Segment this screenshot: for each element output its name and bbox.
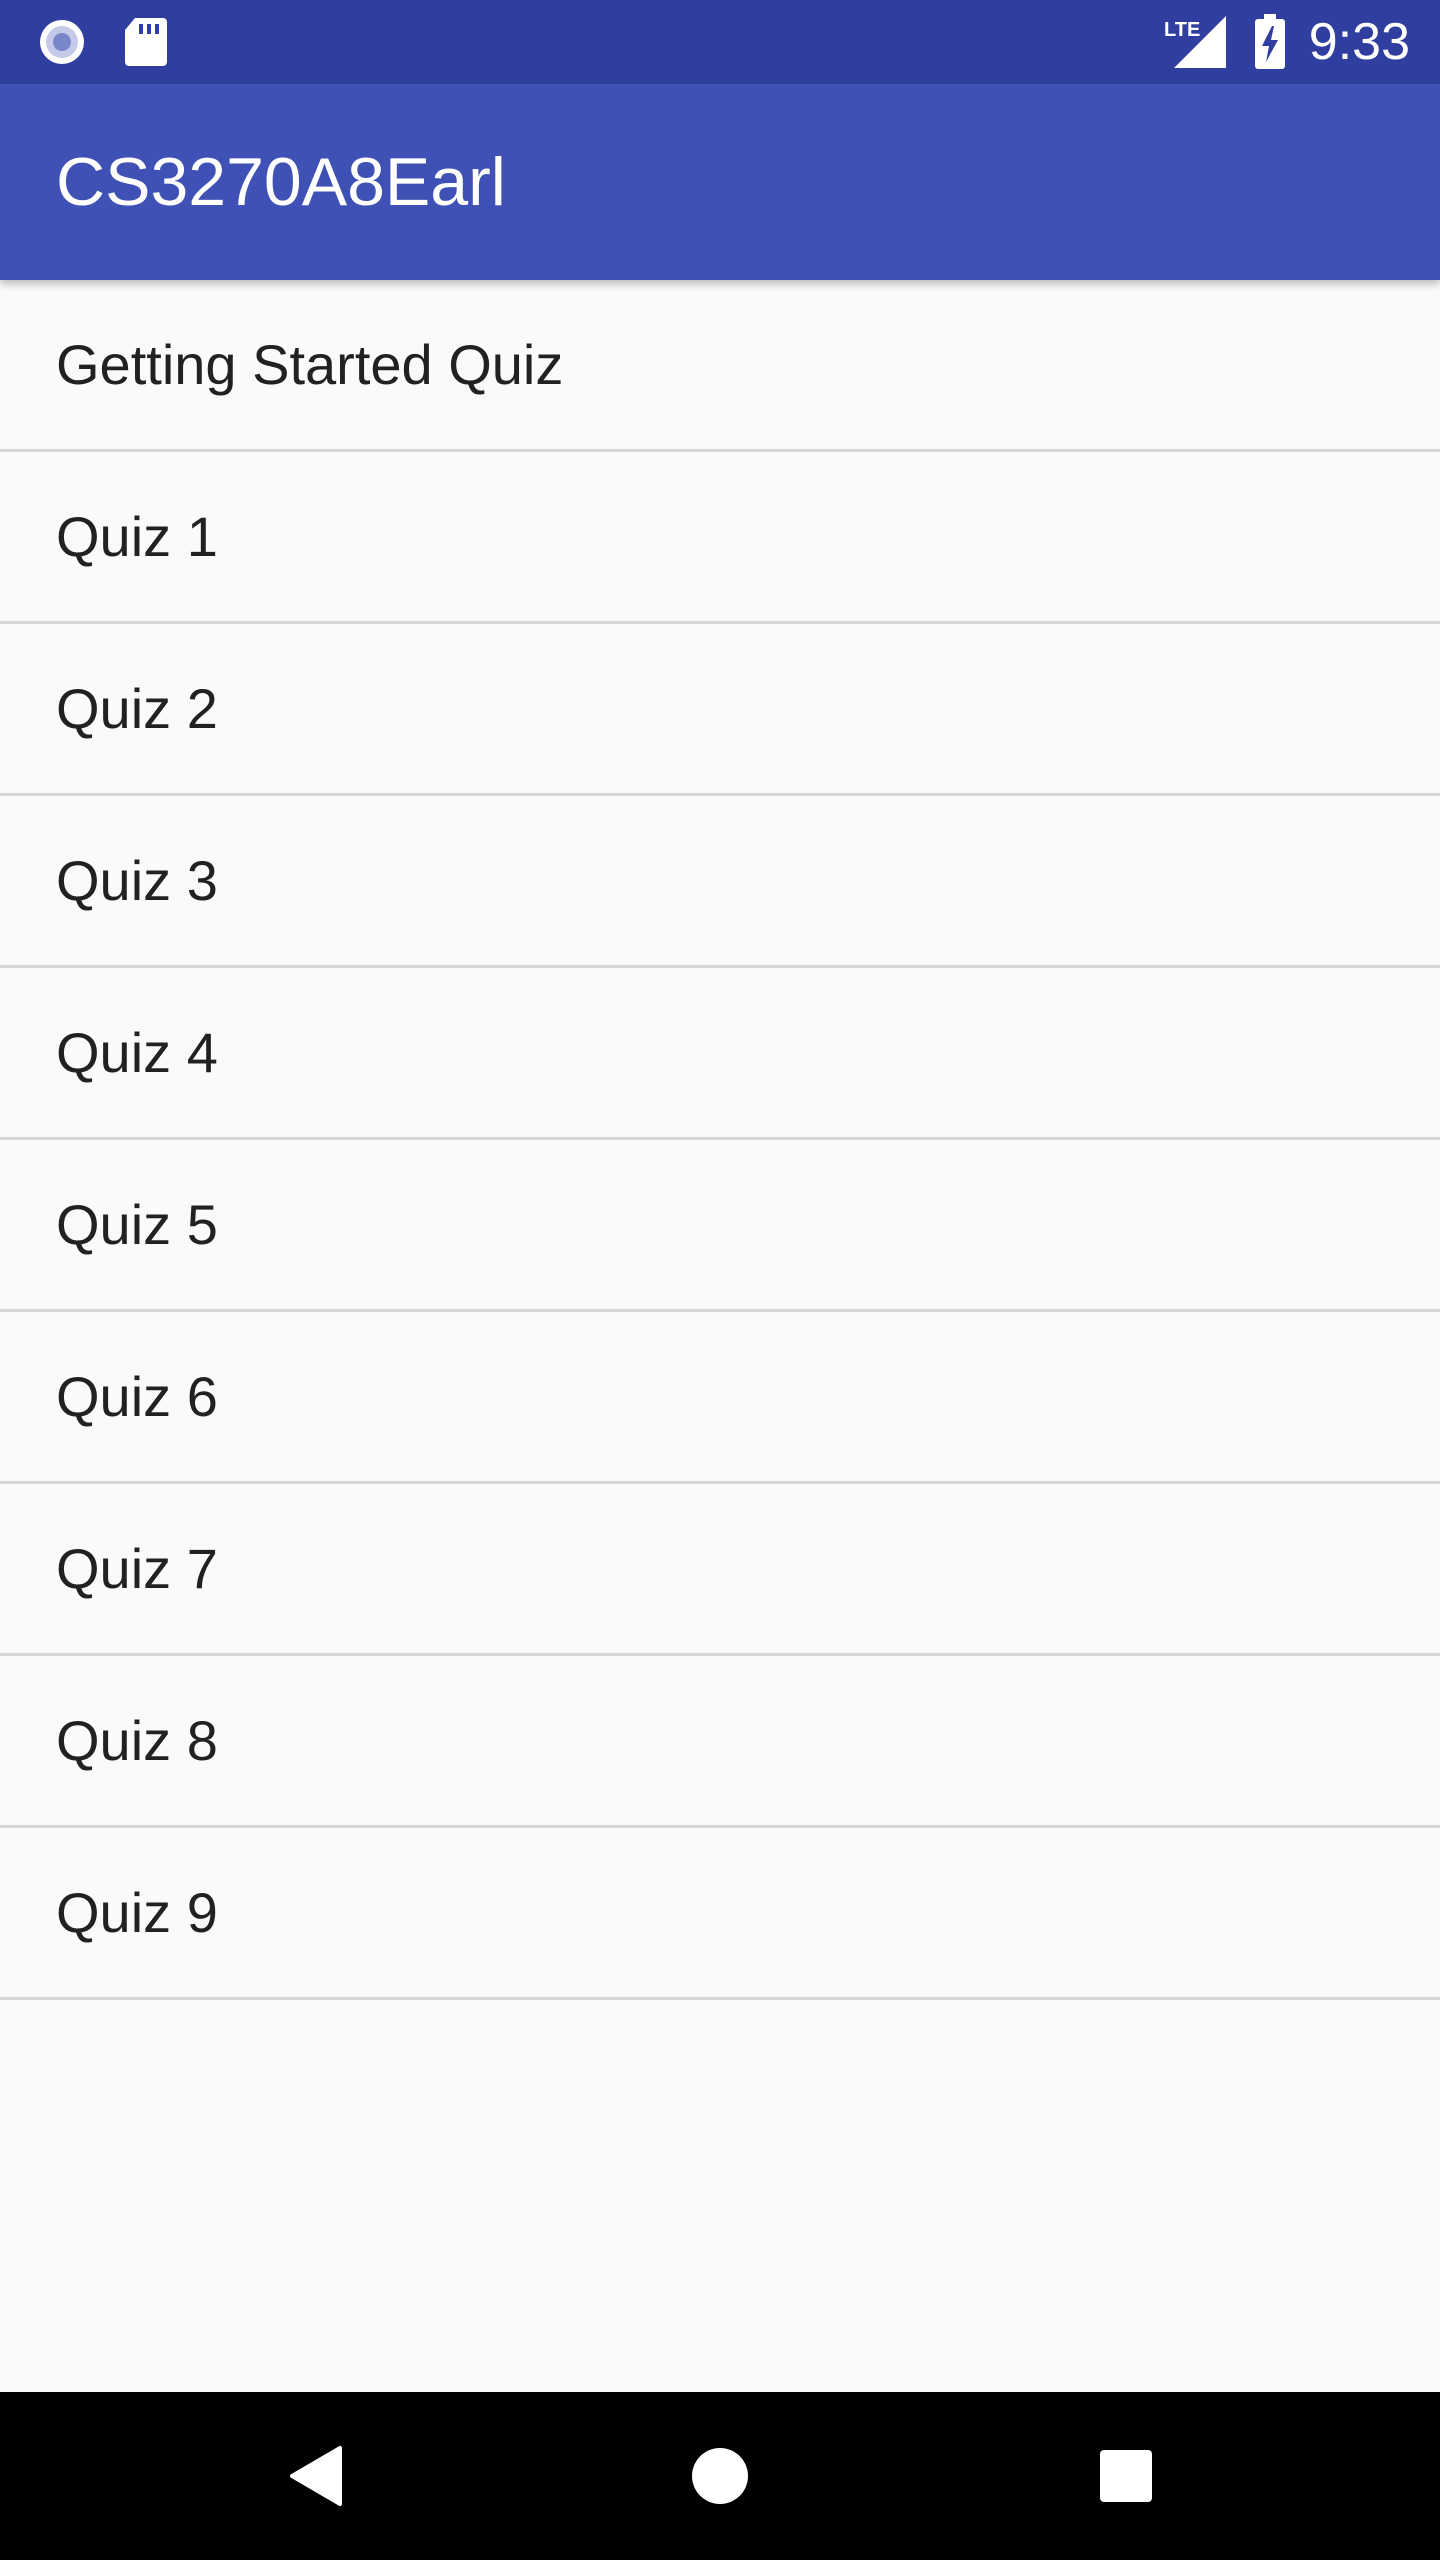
- lte-signal-icon: LTE: [1162, 14, 1228, 70]
- quiz-label: Quiz 7: [56, 1537, 218, 1600]
- quiz-list-item-8[interactable]: Quiz 8: [0, 1656, 1440, 1828]
- back-icon: [290, 2446, 342, 2506]
- quiz-label: Getting Started Quiz: [56, 333, 564, 396]
- quiz-list-item-5[interactable]: Quiz 5: [0, 1140, 1440, 1312]
- quiz-label: Quiz 8: [56, 1709, 218, 1772]
- quiz-list-item-7[interactable]: Quiz 7: [0, 1484, 1440, 1656]
- back-button[interactable]: [232, 2392, 400, 2560]
- app-title: CS3270A8Earl: [56, 144, 506, 220]
- quiz-list-item-6[interactable]: Quiz 6: [0, 1312, 1440, 1484]
- quiz-label: Quiz 5: [56, 1193, 218, 1256]
- lte-label: LTE: [1164, 19, 1200, 41]
- quiz-list-item-9[interactable]: Quiz 9: [0, 1828, 1440, 2000]
- navigation-bar: [0, 2392, 1440, 2560]
- quiz-label: Quiz 4: [56, 1021, 218, 1084]
- quiz-list-item-getting-started[interactable]: Getting Started Quiz: [0, 280, 1440, 452]
- quiz-list-item-4[interactable]: Quiz 4: [0, 968, 1440, 1140]
- app-bar: CS3270A8Earl: [0, 84, 1440, 280]
- quiz-label: Quiz 1: [56, 505, 218, 568]
- quiz-label: Quiz 3: [56, 849, 218, 912]
- quiz-list-item-1[interactable]: Quiz 1: [0, 452, 1440, 624]
- quiz-label: Quiz 9: [56, 1881, 218, 1944]
- home-icon: [692, 2448, 748, 2504]
- screen: LTE 9:33 CS3270A8Earl Getting Started Qu…: [0, 0, 1440, 2560]
- sd-card-icon: [118, 14, 174, 70]
- recents-icon: [1100, 2450, 1152, 2502]
- quiz-label: Quiz 2: [56, 677, 218, 740]
- recents-button[interactable]: [1042, 2392, 1210, 2560]
- quiz-label: Quiz 6: [56, 1365, 218, 1428]
- quiz-list: Getting Started Quiz Quiz 1 Quiz 2 Quiz …: [0, 280, 1440, 2000]
- status-time: 9:33: [1308, 13, 1410, 71]
- quiz-list-item-3[interactable]: Quiz 3: [0, 796, 1440, 968]
- record-icon: [34, 14, 90, 70]
- quiz-list-item-2[interactable]: Quiz 2: [0, 624, 1440, 796]
- battery-charging-icon: [1252, 14, 1288, 70]
- home-button[interactable]: [636, 2392, 804, 2560]
- status-bar: LTE 9:33: [0, 0, 1440, 84]
